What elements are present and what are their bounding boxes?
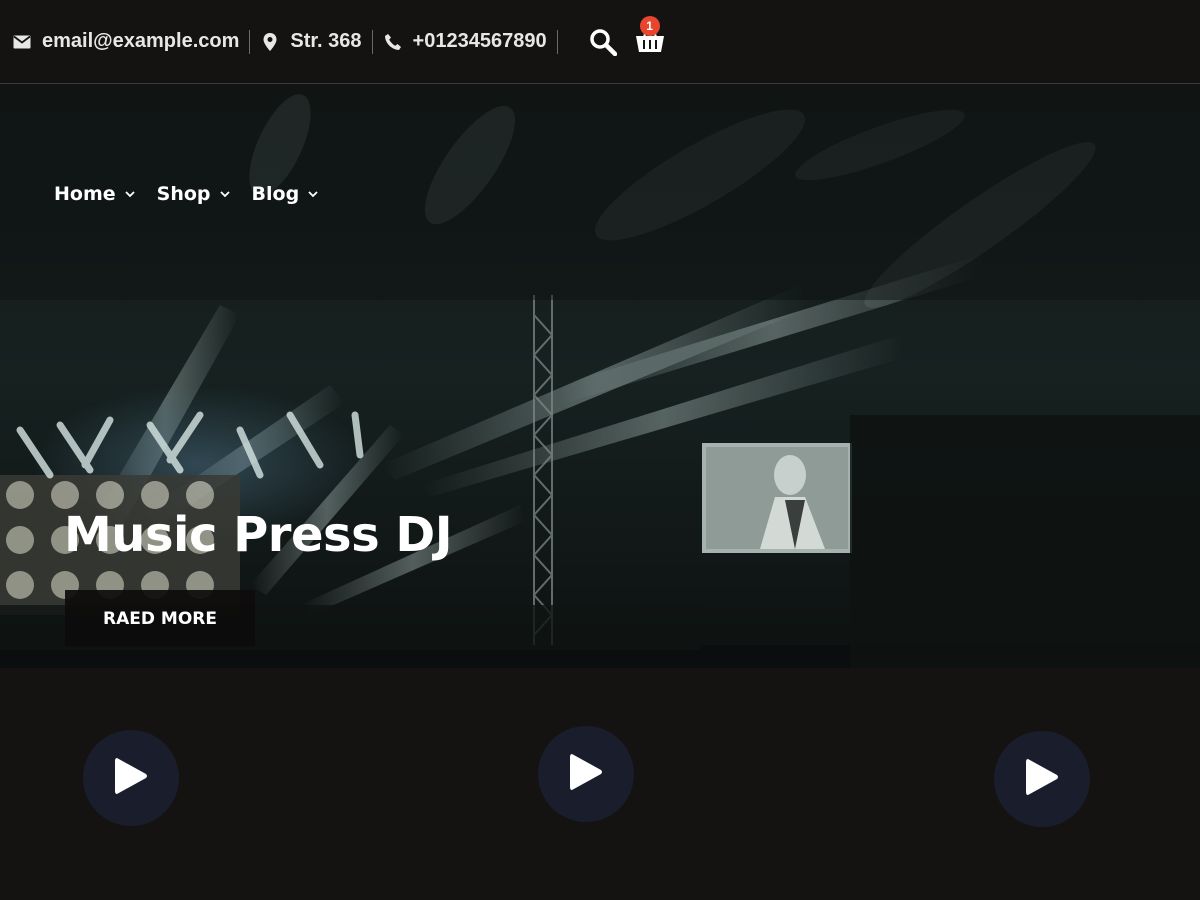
phone-icon (383, 32, 403, 52)
play-icon (1024, 757, 1060, 802)
phone-text: +01234567890 (412, 30, 547, 52)
media-row (0, 668, 1200, 900)
chevron-down-icon (308, 189, 318, 199)
chevron-down-icon (219, 189, 230, 199)
top-actions: 1 (588, 15, 666, 58)
nav-item-shop[interactable]: Shop (157, 183, 230, 205)
nav-item-label: Shop (156, 183, 211, 205)
email-text: email@example.com (42, 30, 240, 52)
nav-item-home[interactable]: Home (54, 183, 135, 205)
nav-item-blog[interactable]: Blog (252, 183, 319, 205)
play-button-2[interactable] (538, 726, 634, 822)
play-button-3[interactable] (994, 731, 1090, 827)
read-more-button[interactable]: RAED MORE (65, 590, 255, 647)
hero-banner: Home Shop Blog Music Press DJ RAED MORE (0, 85, 1200, 668)
play-button-1[interactable] (83, 730, 179, 826)
cart-button[interactable]: 1 (634, 15, 666, 58)
play-icon (113, 756, 149, 801)
nav-item-label: Home (54, 183, 116, 205)
address-text: Str. 368 (290, 30, 362, 52)
top-bar: email@example.com Str. 368 +01234567890 (0, 0, 1200, 84)
contact-email[interactable]: email@example.com (12, 29, 251, 54)
chevron-down-icon (125, 189, 135, 199)
map-pin-icon (260, 32, 280, 52)
hero-title: Music Press DJ (64, 507, 453, 563)
envelope-icon (12, 32, 32, 52)
main-nav: Home Shop Blog (54, 183, 340, 205)
contact-phone[interactable]: +01234567890 (383, 29, 558, 54)
cart-count-badge: 1 (639, 15, 660, 36)
nav-item-label: Blog (251, 183, 300, 205)
play-icon (568, 752, 604, 797)
search-icon[interactable] (588, 27, 618, 57)
contact-address[interactable]: Str. 368 (260, 29, 373, 54)
